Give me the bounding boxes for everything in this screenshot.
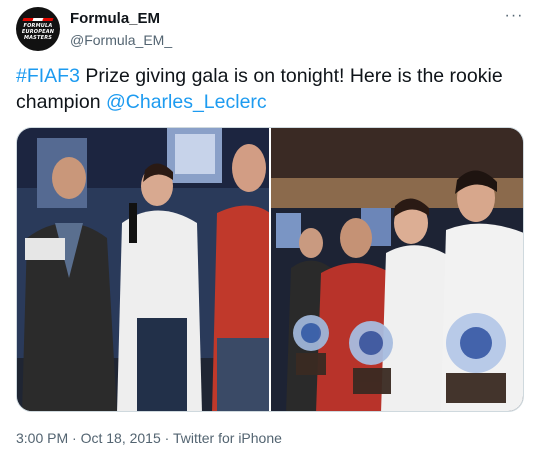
tweet-text: #FIAF3 Prize giving gala is on tonight! …: [16, 63, 524, 115]
photo-right-image: [271, 128, 523, 411]
user-handle[interactable]: @Formula_EM_: [70, 32, 172, 48]
meta-separator-2: ·: [160, 430, 173, 446]
logo-stripes: [22, 17, 54, 21]
tweet-meta: 3:00 PM · Oct 18, 2015 · Twitter for iPh…: [16, 430, 282, 446]
photo-left-image: [17, 128, 269, 411]
meta-separator-1: ·: [68, 430, 81, 446]
avatar-logo-line-3: MASTERS: [23, 34, 53, 41]
avatar[interactable]: FORMULA EUROPEAN MASTERS: [16, 7, 60, 51]
photo-left[interactable]: [17, 128, 269, 411]
more-horizontal-icon[interactable]: ···: [504, 6, 524, 26]
hashtag-link[interactable]: #FIAF3: [16, 65, 80, 87]
photo-right[interactable]: [271, 128, 523, 411]
user-display-name[interactable]: Formula_EM: [70, 10, 160, 27]
mention-link[interactable]: @Charles_Leclerc: [106, 91, 267, 113]
tweet-source[interactable]: Twitter for iPhone: [173, 430, 282, 446]
media-grid: [16, 127, 524, 412]
tweet-card: FORMULA EUROPEAN MASTERS Formula_EM @For…: [0, 0, 540, 455]
tweet-date[interactable]: Oct 18, 2015: [81, 430, 161, 446]
tweet-time[interactable]: 3:00 PM: [16, 430, 68, 446]
